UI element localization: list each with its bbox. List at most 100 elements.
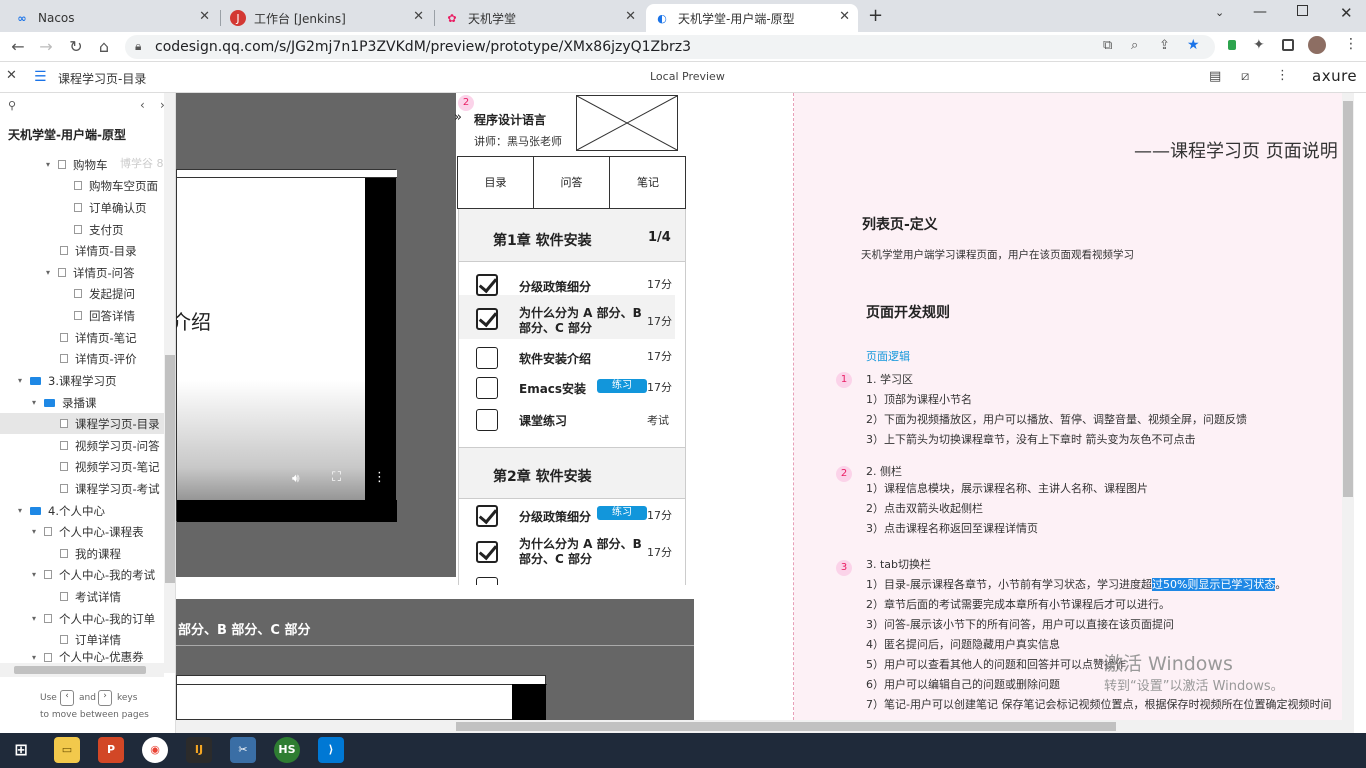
extension-icon[interactable] [1228,40,1236,50]
sidebar-item-my-courses[interactable]: 我的课程 [0,543,165,564]
new-tab-button[interactable]: + [868,5,883,26]
lesson-title[interactable]: 软件安装介绍 [519,350,591,367]
lesson-title[interactable]: 课堂练习 [519,412,567,429]
sidebar-item-order-confirm[interactable]: 订单确认页 [0,197,165,218]
sidebar-item-video-qa[interactable]: 视频学习页-问答 [0,435,165,456]
menu-icon[interactable]: ⋮ [1344,36,1358,52]
sidebar-scrollbar[interactable] [164,93,175,673]
section-2-line: 2）点击双箭头收起侧栏 [866,502,983,515]
maximize-button[interactable] [1297,5,1308,16]
powerpoint-icon[interactable]: P [98,737,124,763]
video-player[interactable]: 介绍 🔊︎ ⛶ ⋮ [176,169,397,522]
forward-icon[interactable]: → [36,37,56,56]
back-icon[interactable]: ← [8,37,28,56]
inspect-icon[interactable]: ⧄ [1241,69,1249,84]
close-icon[interactable]: ✕ [625,9,636,24]
close-icon[interactable]: ✕ [199,9,210,24]
volume-icon[interactable]: 🔊︎ [292,471,300,486]
sidebar-item-ask[interactable]: 发起提问 [0,283,165,304]
bookmark-star-icon[interactable]: ★ [1187,37,1200,53]
logic-link[interactable]: 页面逻辑 [866,348,910,364]
sidebar-item-video-notes[interactable]: 视频学习页-笔记 [0,456,165,477]
file-explorer-icon[interactable]: ▭ [54,737,80,763]
tab-tianji[interactable]: ✿ 天机学堂 ✕ [436,4,644,32]
close-icon[interactable]: ✕ [413,9,424,24]
collapse-double-arrow-icon[interactable]: » [454,110,462,125]
tab-label: 天机学堂-用户端-原型 [678,11,795,26]
sidebar-item-order-detail[interactable]: 订单详情 [0,629,165,650]
sidebar-h-scrollbar[interactable] [0,663,164,677]
sidebar-item-cart-empty[interactable]: 购物车空页面 [0,175,165,196]
address-bar-row: ← → ↻ ⌂ 🔒︎ codesign.qq.com/s/JG2mj7n1P3Z… [0,32,1366,62]
minimize-button[interactable]: — [1253,4,1267,20]
marker-1: 1 [836,372,852,388]
sidebar-item-course-learn[interactable]: ▾ 3.课程学习页 [0,370,165,391]
zoom-icon[interactable]: ⌕ [1131,38,1138,53]
sidebar-item-cart[interactable]: ▾ 购物车 [0,154,165,175]
tab-search-icon[interactable]: ⌄ [1215,6,1224,19]
sidepanel-icon[interactable] [1282,39,1294,51]
prev-page-icon[interactable]: ‹ [140,98,145,112]
home-icon[interactable]: ⌂ [94,37,114,56]
sidebar-item-answer-detail[interactable]: 回答详情 [0,305,165,326]
open-in-app-icon[interactable]: ⧉ [1103,38,1112,53]
close-icon[interactable]: ✕ [6,68,17,83]
more-vert-icon[interactable]: ⋮ [373,470,386,485]
close-window-button[interactable]: ✕ [1340,4,1353,22]
sidebar-item-learn-exam[interactable]: 课程学习页-考试 [0,478,165,499]
vscode-icon[interactable]: ⟩ [318,737,344,763]
tab-prototype[interactable]: ◐ 天机学堂-用户端-原型 ✕ [646,4,858,32]
lesson-title[interactable]: Emacs安装 [519,380,586,397]
sidebar-item-schedule[interactable]: ▾ 个人中心-课程表 [0,521,165,542]
chapter-1-header[interactable]: 第1章 软件安装 1/4 [459,209,685,262]
sidebar-item-my-exams[interactable]: ▾ 个人中心-我的考试 [0,564,165,585]
tab-qa[interactable]: 问答 [534,157,610,208]
share-icon[interactable]: ⇪ [1159,38,1170,53]
fullscreen-icon[interactable]: ⛶ [332,470,341,485]
windows-start-icon[interactable]: ⊞ [8,737,34,763]
lesson-title[interactable]: 为什么分为 A 部分、B 部分、C 部分 [519,537,649,567]
hint-keys: keys [117,693,138,703]
more-icon[interactable]: ⋮ [1276,68,1289,83]
chapter-2-header[interactable]: 第2章 软件安装 [459,447,685,499]
lesson-todo-checkbox [476,577,498,585]
sidebar-item-coupons[interactable]: ▾ 个人中心-优惠券 [0,651,165,663]
sidebar-item-pay[interactable]: 支付页 [0,219,165,240]
lesson-duration: 17分 [647,509,672,522]
course-name[interactable]: 程序设计语言 [474,111,546,128]
sidebar-item-personal[interactable]: ▾ 4.个人中心 [0,500,165,521]
sidebar-item-my-orders[interactable]: ▾ 个人中心-我的订单 [0,608,165,629]
hs-app-icon[interactable]: HS [274,737,300,763]
selected-text: 过50%则显示已学习状态 [1151,578,1276,591]
canvas-v-scrollbar[interactable] [1342,93,1354,720]
close-icon[interactable]: ✕ [839,9,850,24]
intellij-icon[interactable]: IJ [186,737,212,763]
sidebar-item-detail-review[interactable]: 详情页-评价 [0,348,165,369]
lesson-title[interactable]: 分级政策细分 [519,278,591,295]
sidebar-item-detail-notes[interactable]: 详情页-笔记 [0,327,165,348]
video-bottom-bar [177,500,397,522]
puzzle-icon[interactable]: ✦ [1253,37,1265,53]
sidebar-item-detail-qa[interactable]: ▾ 详情页-问答 [0,262,165,283]
sidebar-item-detail-catalog[interactable]: 详情页-目录 [0,240,165,261]
marker-2: 2 [836,466,852,482]
snipping-icon[interactable]: ✂ [230,737,256,763]
chrome-icon[interactable]: ◉ [142,737,168,763]
lesson-title[interactable]: 为什么分为 A 部分、B 部分、C 部分 [519,306,649,336]
reload-icon[interactable]: ↻ [66,37,86,56]
avatar[interactable] [1308,36,1326,54]
tab-nacos[interactable]: ∞ Nacos ✕ [6,4,218,32]
sidebar-item-recorded[interactable]: ▾ 录播课 [0,392,165,413]
omnibox[interactable]: 🔒︎ codesign.qq.com/s/JG2mj7n1P3ZVKdM/pre… [125,35,1215,59]
notes-icon[interactable]: ▤ [1209,69,1221,84]
canvas-h-scrollbar[interactable] [176,720,1354,733]
activate-windows-title: 激活 Windows [1104,653,1233,675]
search-icon[interactable]: ⚲ [8,99,16,112]
tab-jenkins[interactable]: J 工作台 [Jenkins] ✕ [222,4,432,32]
sidebar-item-learn-catalog[interactable]: 课程学习页-目录 [0,413,165,434]
lesson-title[interactable]: 分级政策细分 [519,508,591,525]
sitemap-icon[interactable]: ☰ [34,69,47,85]
sidebar-item-exam-detail[interactable]: 考试详情 [0,586,165,607]
tab-catalog[interactable]: 目录 [458,157,534,208]
tab-notes[interactable]: 笔记 [610,157,686,208]
